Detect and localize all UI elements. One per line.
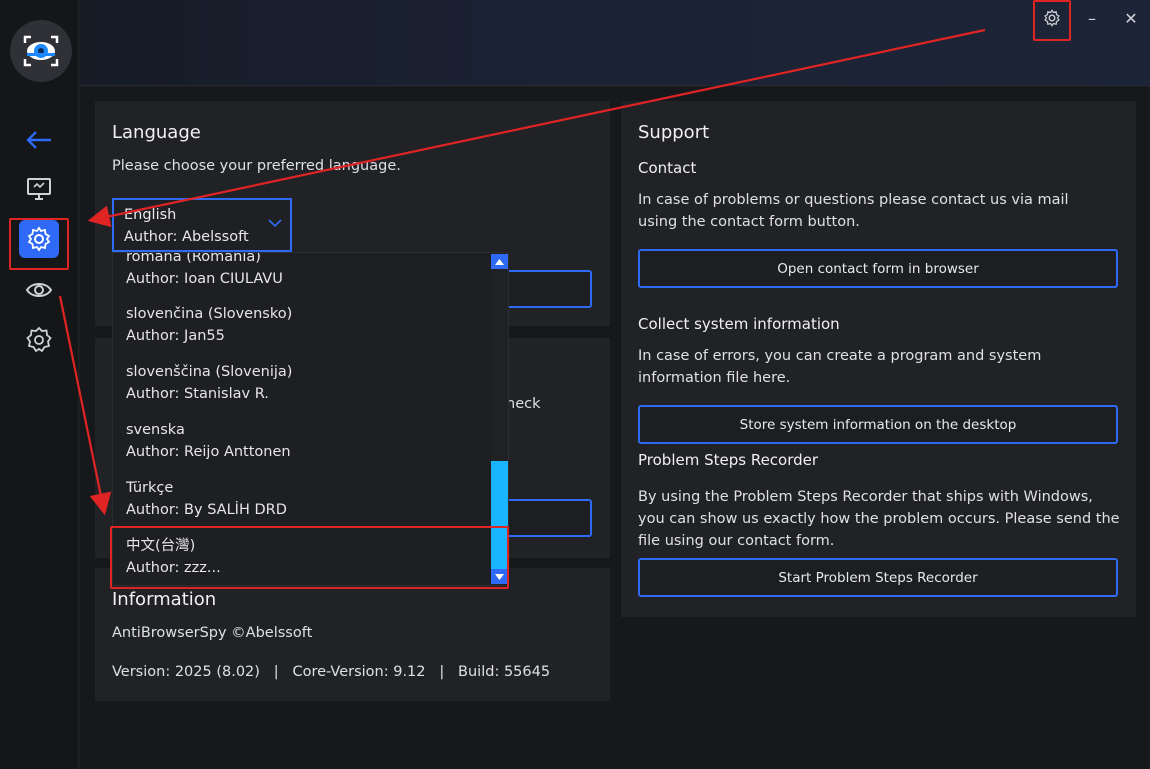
- contact-title: Contact: [638, 159, 697, 177]
- chevron-down-icon: [268, 219, 282, 228]
- selected-language-author: Author: Abelssoft: [124, 229, 249, 245]
- language-option[interactable]: svenska Author: Reijo Anttonen: [126, 419, 291, 463]
- back-button[interactable]: [19, 120, 59, 160]
- information-title: Information: [112, 589, 217, 610]
- eye-logo-icon: [23, 35, 59, 67]
- open-contact-form-button[interactable]: Open contact form in browser: [638, 249, 1118, 288]
- partial-text: heck: [506, 396, 541, 412]
- version-info: Version: 2025 (8.02) | Core-Version: 9.1…: [112, 664, 551, 680]
- header-bar: – ✕: [80, 0, 1150, 86]
- contact-text: In case of problems or questions please …: [638, 192, 1069, 230]
- language-description: Please choose your preferred language.: [112, 158, 401, 174]
- arrow-left-icon: [26, 131, 51, 149]
- sidebar: [0, 0, 79, 769]
- language-option[interactable]: slovenščina (Slovenija) Author: Stanisla…: [126, 361, 292, 405]
- highlight-language-option: [110, 526, 509, 589]
- language-option[interactable]: romana (Romania) Author: Ioan CIULAVU: [126, 253, 283, 290]
- support-title: Support: [638, 122, 710, 143]
- support-panel: Support Contact In case of problems or q…: [621, 101, 1136, 617]
- language-option[interactable]: slovenčina (Slovensko) Author: Jan55: [126, 303, 292, 347]
- collect-title: Collect system information: [638, 315, 840, 333]
- language-title: Language: [112, 122, 201, 143]
- triangle-up-icon: [495, 258, 504, 265]
- scroll-up-button[interactable]: [491, 254, 508, 269]
- app-logo: [10, 20, 72, 82]
- store-system-info-button[interactable]: Store system information on the desktop: [638, 405, 1118, 444]
- highlight-sidebar-settings: [9, 218, 69, 270]
- psr-text: By using the Problem Steps Recorder that…: [638, 489, 1120, 549]
- language-option[interactable]: Türkçe Author: By SALİH DRD: [126, 477, 287, 521]
- product-name: AntiBrowserSpy ©Abelssoft: [112, 625, 313, 641]
- psr-title: Problem Steps Recorder: [638, 451, 819, 469]
- monitor-icon: [27, 178, 51, 200]
- minimize-button[interactable]: –: [1077, 6, 1107, 30]
- start-psr-button[interactable]: Start Problem Steps Recorder: [638, 558, 1118, 597]
- badge-gear-icon: [26, 326, 52, 353]
- collect-text: In case of errors, you can create a prog…: [638, 348, 1042, 386]
- selected-language: English: [124, 207, 177, 223]
- sidebar-item-badge[interactable]: [19, 320, 59, 360]
- language-select[interactable]: English Author: Abelssoft: [112, 198, 292, 252]
- close-button[interactable]: ✕: [1116, 6, 1146, 30]
- eye-icon: [25, 283, 53, 297]
- sidebar-item-eye[interactable]: [19, 270, 59, 310]
- sidebar-item-monitor[interactable]: [19, 169, 59, 209]
- highlight-settings-button: [1033, 0, 1071, 41]
